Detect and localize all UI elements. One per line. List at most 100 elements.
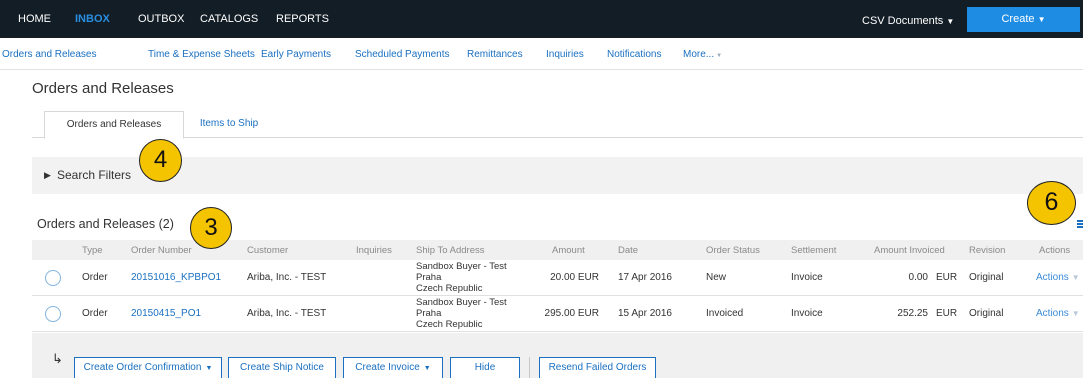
subnav-time-expense-sheets[interactable]: Time & Expense Sheets — [148, 49, 255, 61]
order-number-link[interactable]: 20150415_PO1 — [131, 308, 201, 320]
button-label: Resend Failed Orders — [548, 362, 647, 373]
callout-badge-4: 4 — [139, 139, 182, 182]
column-header-customer[interactable]: Customer — [247, 245, 288, 256]
cell-amount: 295.00 EUR — [544, 308, 599, 319]
column-header-date[interactable]: Date — [618, 245, 638, 256]
button-label: Create Invoice — [355, 362, 420, 373]
tab-items-to-ship[interactable]: Items to Ship — [184, 111, 274, 139]
csv-documents-label: CSV Documents — [862, 15, 944, 27]
row-select-radio[interactable] — [45, 306, 61, 322]
column-header-amount-invoiced[interactable]: Amount Invoiced — [874, 245, 945, 256]
cell-invoiced-currency: EUR — [936, 308, 958, 319]
csv-documents-menu[interactable]: CSV Documents ▼ — [862, 15, 954, 27]
subnav-notifications[interactable]: Notifications — [607, 49, 661, 61]
cell-order-status: Invoiced — [706, 308, 744, 319]
hide-button[interactable]: Hide — [450, 357, 520, 378]
list-menu-icon[interactable] — [1077, 220, 1083, 228]
subnav-inquiries[interactable]: Inquiries — [546, 49, 584, 61]
cell-type: Order — [82, 308, 108, 319]
subnav-scheduled-payments[interactable]: Scheduled Payments — [355, 49, 450, 61]
address-line: Sandbox Buyer - Test — [416, 297, 507, 308]
cell-amount-invoiced: 0.00 — [908, 272, 928, 283]
address-line: Czech Republic — [416, 283, 483, 294]
button-label: Create Order Confirmation — [83, 362, 202, 373]
cell-amount-invoiced: 252.25 — [897, 308, 928, 319]
nav-inbox[interactable]: INBOX — [75, 12, 110, 26]
nav-catalogs[interactable]: CATALOGS — [200, 12, 258, 26]
cell-invoiced-currency: EUR — [936, 272, 958, 283]
button-divider — [529, 357, 530, 378]
cell-revision: Original — [969, 308, 1004, 319]
row-actions-menu[interactable]: Actions ▼ — [1036, 308, 1080, 320]
subnav-more-label: More... — [683, 49, 715, 60]
row-actions-menu[interactable]: Actions ▼ — [1036, 272, 1080, 284]
column-header-settlement[interactable]: Settlement — [791, 245, 836, 256]
button-label: Hide — [474, 362, 496, 373]
column-header-amount[interactable]: Amount — [552, 245, 585, 256]
caret-down-icon: ▼ — [1071, 273, 1080, 282]
table-row: Order 20150415_PO1 Ariba, Inc. - TEST Sa… — [32, 296, 1083, 332]
table-action-bar: ↳ Create Order Confirmation ▼ Create Ship… — [32, 333, 1083, 378]
sub-navigation-bar: Orders and Releases Time & Expense Sheet… — [0, 38, 1083, 70]
caret-down-icon: ▼ — [423, 365, 431, 372]
cell-ship-to-address: Sandbox Buyer - Test Praha Czech Republi… — [416, 261, 507, 294]
nav-outbox[interactable]: OUTBOX — [138, 12, 184, 26]
address-line: Czech Republic — [416, 319, 483, 330]
row-select-radio[interactable] — [45, 270, 61, 286]
cell-settlement: Invoice — [791, 272, 823, 283]
return-arrow-icon: ↳ — [52, 351, 63, 366]
section-title: Orders and Releases (2) — [37, 217, 174, 231]
row-actions-label: Actions — [1036, 272, 1069, 283]
top-navigation-bar: HOME INBOX OUTBOX CATALOGS REPORTS CSV D… — [0, 0, 1083, 38]
callout-badge-3: 3 — [190, 207, 232, 249]
cell-type: Order — [82, 272, 108, 283]
tab-orders-and-releases[interactable]: Orders and Releases — [44, 111, 184, 139]
nav-home[interactable]: HOME — [18, 12, 51, 26]
resend-failed-orders-button[interactable]: Resend Failed Orders — [539, 357, 656, 378]
column-header-order-number[interactable]: Order Number — [131, 245, 192, 256]
cell-amount: 20.00 EUR — [550, 272, 599, 283]
callout-badge-6: 6 — [1027, 181, 1076, 225]
create-invoice-button[interactable]: Create Invoice ▼ — [343, 357, 443, 378]
button-label: Create Ship Notice — [240, 362, 324, 373]
caret-down-icon: ▼ — [205, 365, 213, 372]
cell-customer: Ariba, Inc. - TEST — [247, 308, 327, 319]
address-line: Praha — [416, 272, 442, 283]
create-button[interactable]: Create ▼ — [967, 7, 1080, 32]
column-header-ship-to-address[interactable]: Ship To Address — [416, 245, 484, 256]
table-header: Type Order Number Customer Inquiries Shi… — [32, 240, 1083, 260]
column-header-actions: Actions — [1039, 245, 1071, 256]
subnav-early-payments[interactable]: Early Payments — [261, 49, 331, 61]
cell-date: 17 Apr 2016 — [618, 272, 672, 283]
search-filters-label[interactable]: Search Filters — [57, 168, 131, 182]
row-actions-label: Actions — [1036, 308, 1069, 319]
cell-order-status: New — [706, 272, 727, 283]
caret-down-icon: ▼ — [946, 17, 955, 26]
column-header-type[interactable]: Type — [82, 245, 103, 256]
column-header-revision[interactable]: Revision — [969, 245, 1005, 256]
subnav-orders-and-releases[interactable]: Orders and Releases — [2, 49, 97, 61]
table-row: Order 20151016_KPBPO1 Ariba, Inc. - TEST… — [32, 260, 1083, 296]
nav-reports[interactable]: REPORTS — [276, 12, 329, 26]
address-line: Praha — [416, 308, 442, 319]
order-number-link[interactable]: 20151016_KPBPO1 — [131, 272, 221, 284]
subnav-more[interactable]: More... ▼ — [683, 49, 722, 62]
cell-revision: Original — [969, 272, 1004, 283]
cell-date: 15 Apr 2016 — [618, 308, 672, 319]
cell-ship-to-address: Sandbox Buyer - Test Praha Czech Republi… — [416, 297, 507, 330]
search-filters-panel[interactable]: ▶ Search Filters — [32, 157, 1083, 194]
caret-down-icon: ▼ — [1071, 309, 1080, 318]
cell-customer: Ariba, Inc. - TEST — [247, 272, 327, 283]
caret-down-icon: ▼ — [1037, 15, 1046, 24]
subnav-remittances[interactable]: Remittances — [467, 49, 523, 61]
tab-bar: Orders and Releases Items to Ship — [32, 111, 1083, 139]
create-ship-notice-button[interactable]: Create Ship Notice — [228, 357, 336, 378]
caret-down-icon: ▼ — [716, 53, 723, 59]
create-order-confirmation-button[interactable]: Create Order Confirmation ▼ — [74, 357, 222, 378]
expand-triangle-icon[interactable]: ▶ — [44, 170, 51, 181]
page-title: Orders and Releases — [32, 80, 174, 97]
create-button-label: Create — [1001, 13, 1035, 25]
column-header-order-status[interactable]: Order Status — [706, 245, 760, 256]
column-header-inquiries[interactable]: Inquiries — [356, 245, 392, 256]
cell-settlement: Invoice — [791, 308, 823, 319]
